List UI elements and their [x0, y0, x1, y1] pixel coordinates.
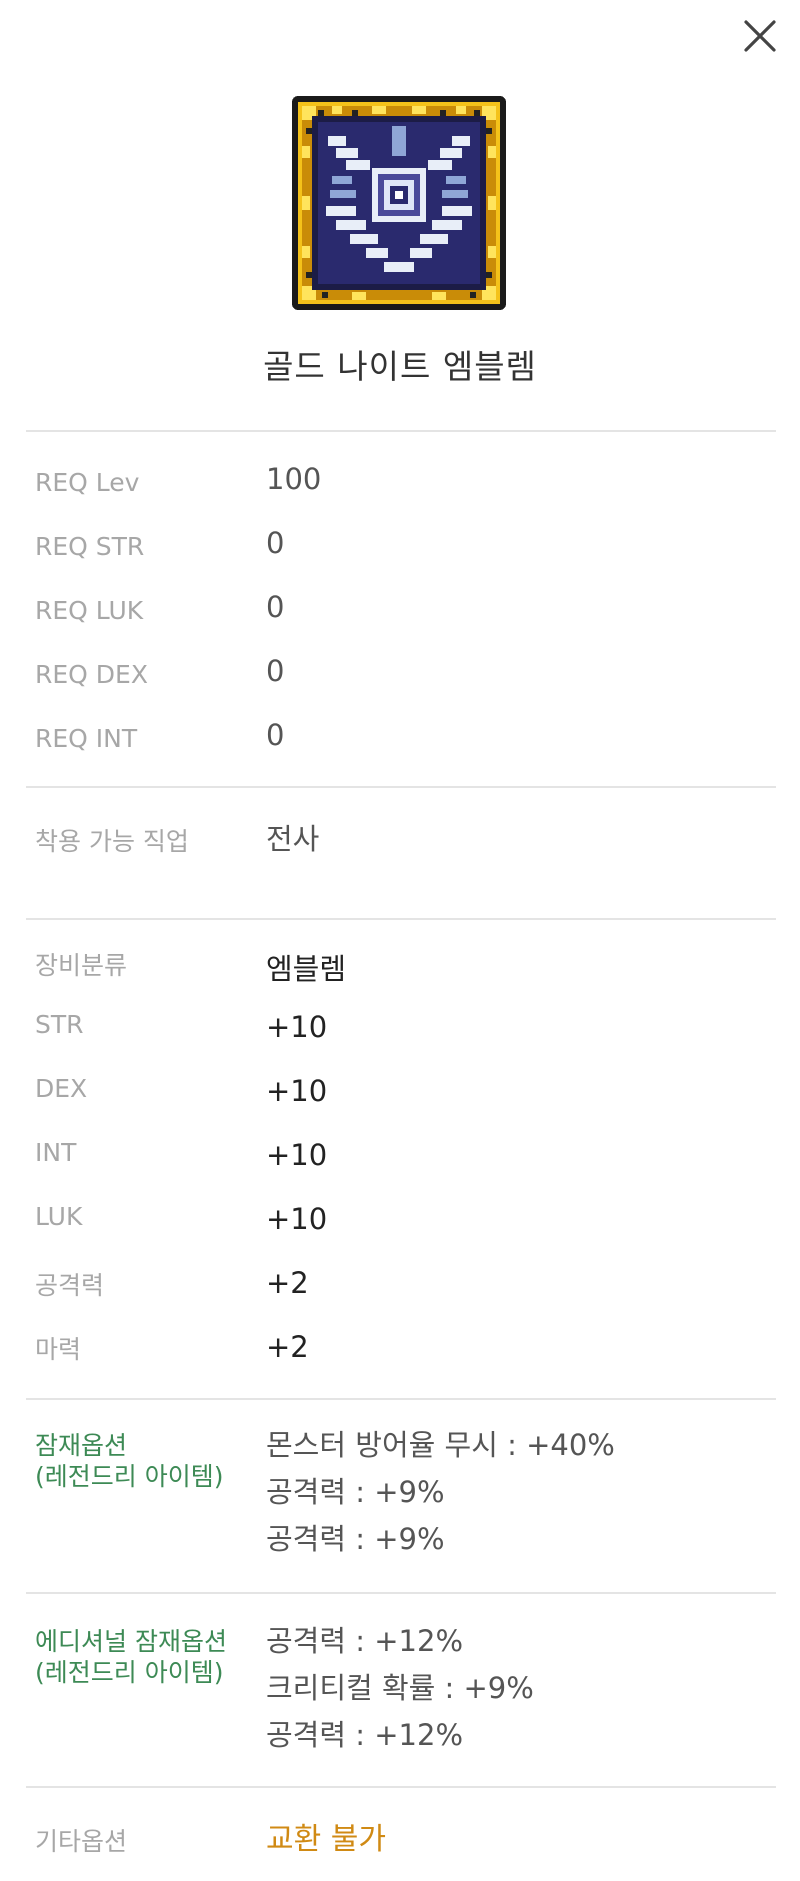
close-icon: [744, 20, 776, 52]
potential-section: 잠재옵션 (레전드리 아이템) 몬스터 방어율 무시 : +40% 공격력 : …: [0, 1428, 800, 1568]
stat-row-magic: 마력 +2: [0, 1330, 800, 1370]
job-value: 전사: [266, 822, 320, 856]
stat-value: 엠블렘: [266, 952, 347, 986]
req-row-level: REQ Lev 100: [0, 462, 800, 502]
potential-option: 몬스터 방어율 무시 : +40%: [266, 1428, 615, 1462]
stat-value: +10: [266, 1074, 328, 1108]
etc-row: 기타옵션 교환 불가: [0, 1816, 800, 1857]
potential-label-line1: 잠재옵션: [35, 1431, 128, 1460]
divider: [26, 1786, 776, 1788]
divider: [26, 786, 776, 788]
additional-potential-label-line1: 에디셔널 잠재옵션: [35, 1627, 227, 1656]
req-row-int: REQ INT 0: [0, 718, 800, 758]
additional-potential-options: 공격력 : +12% 크리티컬 확률 : +9% 공격력 : +12%: [266, 1618, 534, 1759]
potential-label: 잠재옵션 (레전드리 아이템): [35, 1430, 223, 1492]
stat-value: +10: [266, 1202, 328, 1236]
divider: [26, 1398, 776, 1400]
stat-label: 공격력: [35, 1271, 105, 1300]
req-label: REQ DEX: [35, 660, 148, 689]
stat-label: INT: [35, 1138, 77, 1167]
divider: [26, 1592, 776, 1594]
stat-value: +2: [266, 1330, 309, 1364]
job-label: 착용 가능 직업: [35, 827, 189, 856]
close-button[interactable]: [738, 14, 782, 58]
divider: [26, 430, 776, 432]
stat-row-dex: DEX +10: [0, 1074, 800, 1114]
req-row-dex: REQ DEX 0: [0, 654, 800, 694]
req-row-str: REQ STR 0: [0, 526, 800, 566]
additional-potential-option: 공격력 : +12%: [266, 1624, 464, 1658]
req-value: 0: [266, 654, 285, 688]
etc-label: 기타옵션: [35, 1827, 128, 1856]
additional-potential-label: 에디셔널 잠재옵션 (레전드리 아이템): [35, 1626, 227, 1688]
req-value: 0: [266, 526, 285, 560]
divider: [26, 918, 776, 920]
stat-value: +10: [266, 1010, 328, 1044]
req-label: REQ Lev: [35, 468, 140, 497]
req-label: REQ STR: [35, 532, 145, 561]
gold-knight-emblem-icon: [292, 96, 506, 310]
stat-row-category: 장비분류 엠블렘: [0, 946, 800, 986]
potential-option: 공격력 : +9%: [266, 1475, 445, 1509]
additional-potential-option: 크리티컬 확률 : +9%: [266, 1671, 534, 1705]
stat-label: 마력: [35, 1335, 82, 1364]
stat-row-attack: 공격력 +2: [0, 1266, 800, 1306]
stat-value: +2: [266, 1266, 309, 1300]
req-label: REQ INT: [35, 724, 138, 753]
item-name: 골드 나이트 엠블렘: [263, 347, 537, 386]
potential-option: 공격력 : +9%: [266, 1522, 445, 1556]
stat-label: LUK: [35, 1202, 83, 1231]
req-value: 0: [266, 718, 285, 752]
job-row: 착용 가능 직업 전사: [0, 816, 800, 856]
additional-potential-label-line2: (레전드리 아이템): [35, 1658, 224, 1687]
stat-row-int: INT +10: [0, 1138, 800, 1178]
stat-label: DEX: [35, 1074, 88, 1103]
stat-row-luk: LUK +10: [0, 1202, 800, 1242]
stat-value: +10: [266, 1138, 328, 1172]
req-row-luk: REQ LUK 0: [0, 590, 800, 630]
req-value: 100: [266, 462, 322, 496]
additional-potential-section: 에디셔널 잠재옵션 (레전드리 아이템) 공격력 : +12% 크리티컬 확률 …: [0, 1624, 800, 1764]
potential-options: 몬스터 방어율 무시 : +40% 공격력 : +9% 공격력 : +9%: [266, 1422, 615, 1563]
req-value: 0: [266, 590, 285, 624]
stat-row-str: STR +10: [0, 1010, 800, 1050]
potential-label-line2: (레전드리 아이템): [35, 1462, 224, 1491]
stat-label: STR: [35, 1010, 84, 1039]
stat-label: 장비분류: [35, 951, 128, 980]
req-label: REQ LUK: [35, 596, 144, 625]
additional-potential-option: 공격력 : +12%: [266, 1718, 464, 1752]
etc-value: 교환 불가: [266, 1822, 386, 1857]
